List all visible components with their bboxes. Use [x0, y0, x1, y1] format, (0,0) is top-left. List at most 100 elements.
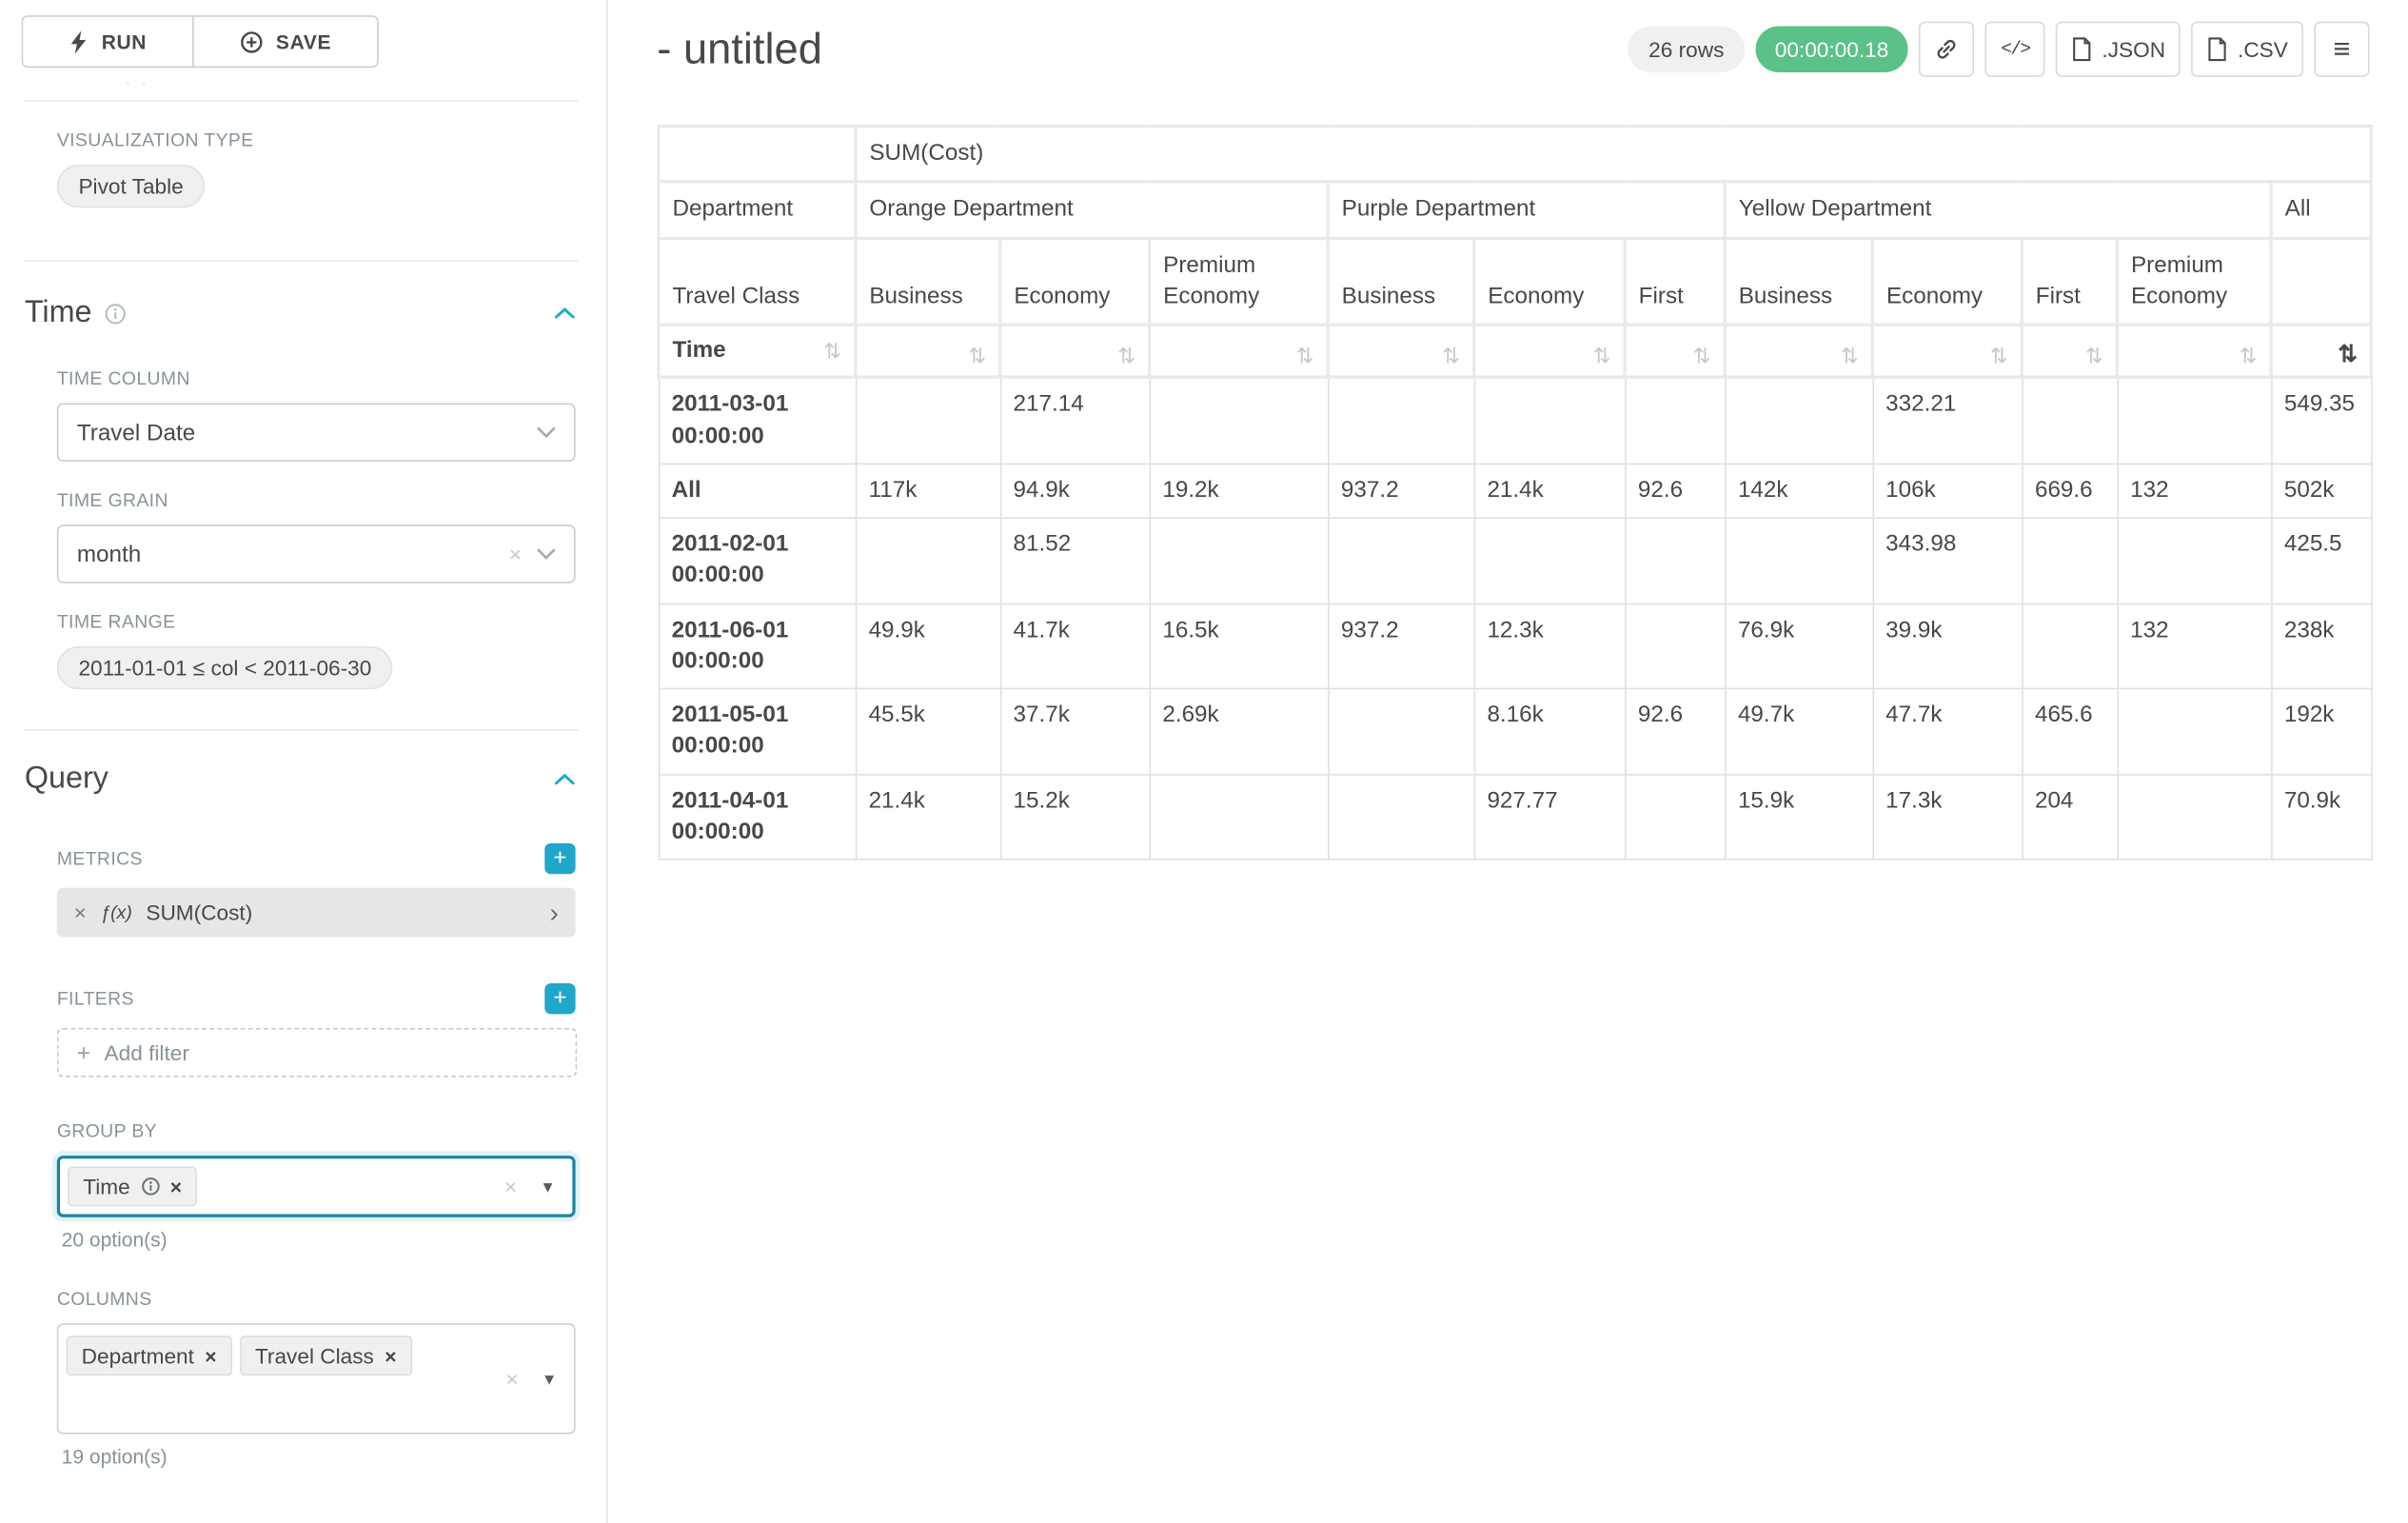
pivot-sort-header: ⇅ — [1150, 325, 1329, 377]
remove-tag-icon[interactable]: × — [170, 1175, 182, 1197]
group-by-select[interactable]: Time × × ▾ — [57, 1156, 576, 1217]
time-range-label: TIME RANGE — [57, 611, 576, 633]
run-button[interactable]: RUN — [22, 15, 195, 68]
pivot-group-header-purple: Purple Department — [1328, 182, 1725, 238]
pivot-row-header: 2011-05-01 00:00:00 — [659, 688, 856, 774]
chevron-up-icon[interactable] — [554, 307, 576, 321]
group-by-control: GROUP BY — [57, 1120, 576, 1142]
pivot-row-header: 2011-03-01 00:00:00 — [659, 377, 856, 464]
pivot-cell — [1150, 774, 1329, 860]
metric-option-sum-cost[interactable]: × ƒ(x) SUM(Cost) › — [57, 888, 576, 938]
viz-type-pill[interactable]: Pivot Table — [57, 165, 206, 208]
pivot-cell: 49.9k — [856, 603, 1000, 689]
code-icon: </> — [2001, 38, 2029, 60]
pivot-row-header: 2011-02-01 00:00:00 — [659, 518, 856, 603]
pivot-class-header: Economy — [1872, 238, 2022, 325]
pivot-metric-header: SUM(Cost) — [856, 127, 2371, 183]
columns-tag-travel-class[interactable]: Travel Class × — [240, 1335, 412, 1375]
time-column-control: TIME COLUMN Travel Date — [57, 367, 576, 462]
pivot-sort-header: ⇅ — [1625, 325, 1725, 377]
sort-descending-icon[interactable]: ⇅ — [2338, 344, 2357, 366]
pivot-cell — [1625, 377, 1725, 464]
pivot-cell: 49.7k — [1725, 688, 1872, 774]
time-column-value: Travel Date — [77, 420, 195, 445]
remove-tag-icon[interactable]: × — [205, 1344, 216, 1367]
pivot-class-header: Business — [1725, 238, 1872, 325]
sort-icon[interactable]: ⇅ — [2240, 346, 2258, 367]
visualization-type-label: VISUALIZATION TYPE — [57, 129, 576, 151]
chart-title[interactable]: - untitled — [657, 25, 822, 74]
pivot-sort-header: ⇅ — [1328, 325, 1474, 377]
table-row: 2011-06-01 00:00:00 49.9k 41.7k 16.5k 93… — [659, 603, 2371, 689]
pivot-cell: 132 — [2117, 464, 2271, 518]
export-csv-button[interactable]: .CSV — [2192, 22, 2304, 77]
function-icon: ƒ(x) — [100, 901, 131, 923]
sort-icon[interactable]: ⇅ — [1990, 346, 2008, 367]
add-metric-button[interactable]: + — [544, 843, 575, 874]
embed-code-button[interactable]: </> — [1985, 22, 2044, 77]
time-grain-select[interactable]: month × — [57, 524, 576, 583]
columns-label: COLUMNS — [57, 1288, 576, 1310]
pivot-all-header: All — [2271, 182, 2371, 238]
clear-icon[interactable]: × — [504, 1174, 517, 1198]
chevron-down-icon — [537, 426, 555, 439]
caret-right-icon[interactable]: › — [550, 900, 559, 925]
sort-icon[interactable]: ⇅ — [1117, 346, 1135, 367]
control-panel: RUN SAVE Chart Type VISUALIZATION TYPE P… — [0, 0, 608, 1523]
time-column-label: TIME COLUMN — [57, 367, 576, 389]
table-row: 2011-05-01 00:00:00 45.5k 37.7k 2.69k 8.… — [659, 688, 2371, 774]
pivot-cell: 15.9k — [1725, 774, 1872, 860]
remove-metric-icon[interactable]: × — [74, 900, 87, 925]
remove-tag-icon[interactable]: × — [385, 1344, 396, 1367]
pivot-cell — [1150, 518, 1329, 603]
clear-icon[interactable]: × — [509, 542, 522, 566]
save-button[interactable]: SAVE — [193, 15, 380, 68]
pivot-cell — [856, 518, 1000, 603]
columns-tag-department[interactable]: Department × — [67, 1335, 232, 1375]
group-by-option-count: 20 option(s) — [62, 1228, 576, 1251]
sort-icon[interactable]: ⇅ — [1693, 346, 1711, 367]
pivot-class-header: Business — [856, 238, 1000, 325]
pivot-cell — [2022, 518, 2117, 603]
menu-icon: ≡ — [2333, 34, 2350, 64]
table-row: 2011-04-01 00:00:00 21.4k 15.2k 927.77 1… — [659, 774, 2371, 860]
pivot-class-header: Economy — [1474, 238, 1625, 325]
chevron-up-icon[interactable] — [554, 773, 576, 787]
time-range-pill[interactable]: 2011-01-01 ≤ col < 2011-06-30 — [57, 646, 393, 689]
sort-icon[interactable]: ⇅ — [968, 346, 986, 367]
copy-link-button[interactable] — [1920, 22, 1975, 77]
sort-icon[interactable]: ⇅ — [1593, 346, 1611, 367]
pivot-cell: 669.6 — [2022, 464, 2117, 518]
pivot-cell: 142k — [1725, 464, 1872, 518]
sort-icon[interactable]: ⇅ — [823, 340, 841, 362]
clear-icon[interactable]: × — [506, 1367, 519, 1392]
pivot-cell — [2022, 377, 2117, 464]
pivot-cell: 132 — [2117, 603, 2271, 689]
export-csv-label: .CSV — [2238, 37, 2288, 62]
add-filter-button[interactable]: + Add filter — [57, 1028, 577, 1078]
group-by-tag-time[interactable]: Time × — [68, 1166, 197, 1206]
columns-select[interactable]: Department × Travel Class × × ▾ — [57, 1323, 576, 1434]
time-column-select[interactable]: Travel Date — [57, 404, 576, 462]
pivot-cell — [2117, 774, 2271, 860]
pivot-cell — [1725, 518, 1872, 603]
export-json-button[interactable]: .JSON — [2056, 22, 2181, 77]
table-row: 2011-02-01 00:00:00 81.52 343.98 425.5 — [659, 518, 2371, 603]
pivot-cell — [1474, 518, 1625, 603]
pivot-cell: 238k — [2271, 603, 2371, 689]
table-row: 2011-03-01 00:00:00 217.14 332.21 549.35 — [659, 377, 2371, 464]
time-grain-label: TIME GRAIN — [57, 489, 576, 511]
add-filter-plus-button[interactable]: + — [544, 983, 575, 1014]
sort-icon[interactable]: ⇅ — [1296, 346, 1314, 367]
sort-icon[interactable]: ⇅ — [1442, 346, 1460, 367]
chart-menu-button[interactable]: ≡ — [2314, 22, 2369, 77]
pivot-cell: 45.5k — [856, 688, 1000, 774]
sort-icon[interactable]: ⇅ — [2085, 346, 2103, 367]
pivot-cell — [1725, 377, 1872, 464]
pivot-cell: 332.21 — [1872, 377, 2022, 464]
sort-icon[interactable]: ⇅ — [1841, 346, 1859, 367]
tag-label: Department — [82, 1343, 194, 1368]
pivot-cell: 502k — [2271, 464, 2371, 518]
tag-label: Travel Class — [255, 1343, 374, 1368]
pivot-cell — [1625, 774, 1725, 860]
